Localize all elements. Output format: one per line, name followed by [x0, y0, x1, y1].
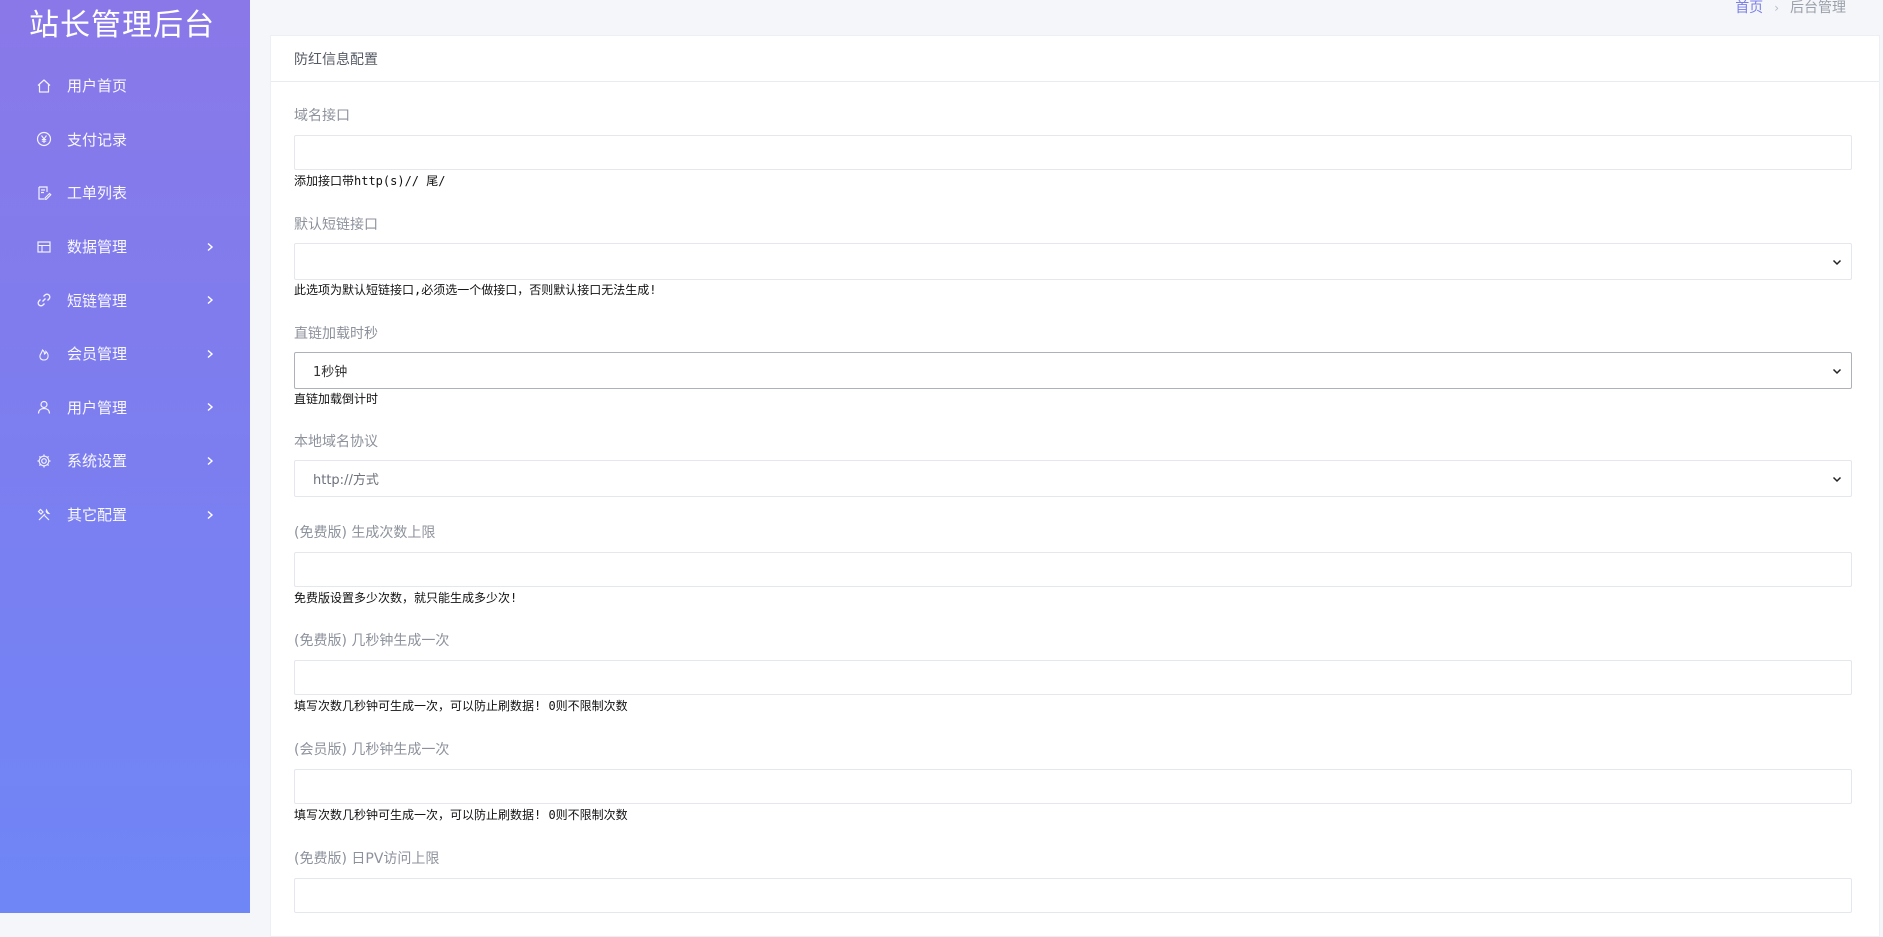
- card-title: 防红信息配置: [294, 51, 378, 68]
- field-label: 本地域名协议: [294, 434, 378, 450]
- sidebar-item-label: 支付记录: [67, 130, 128, 149]
- sidebar: 站长管理后台 用户首页 支付记录 工单列表 数据管理 短链管理 会员管理 用户管…: [0, 0, 250, 913]
- chevron-right-icon: [204, 348, 216, 360]
- sidebar-item-shortlink-management[interactable]: 短链管理: [0, 273, 250, 327]
- field-domain-api: 域名接口 添加接口带http(s)// 尾/: [294, 107, 1854, 188]
- direct-load-seconds-select[interactable]: 1秒钟: [294, 352, 1852, 389]
- user-icon: [35, 398, 53, 416]
- chevron-right-icon: [204, 455, 216, 467]
- card-header: 防红信息配置: [271, 36, 1879, 82]
- sidebar-item-payment-records[interactable]: 支付记录: [0, 113, 250, 167]
- field-help: 填写次数几秒钟可生成一次，可以防止刷数据! 0则不限制次数: [294, 699, 628, 713]
- field-direct-load-seconds: 直链加载时秒 1秒钟 直链加载倒计时: [294, 325, 1854, 406]
- gear-icon: [35, 452, 53, 470]
- field-free-generate-interval: (免费版) 几秒钟生成一次 填写次数几秒钟可生成一次，可以防止刷数据! 0则不限…: [294, 632, 1854, 713]
- field-label: 默认短链接口: [294, 217, 378, 233]
- chevron-right-icon: [204, 241, 216, 253]
- field-label: 域名接口: [294, 108, 350, 124]
- sidebar-menu: 用户首页 支付记录 工单列表 数据管理 短链管理 会员管理 用户管理 系统设置 …: [0, 59, 250, 541]
- free-daily-pv-limit-input[interactable]: [294, 878, 1852, 913]
- breadcrumb: 首页 › 后台管理: [1735, 0, 1846, 16]
- sidebar-item-system-settings[interactable]: 系统设置: [0, 434, 250, 488]
- select-value: 1秒钟: [313, 365, 348, 380]
- default-shortlink-select[interactable]: [294, 243, 1852, 280]
- member-generate-interval-input[interactable]: [294, 769, 1852, 804]
- config-card: 防红信息配置 域名接口 添加接口带http(s)// 尾/ 默认短链接口 此选项…: [270, 35, 1880, 937]
- sidebar-item-label: 用户管理: [67, 398, 128, 417]
- select-value: http://方式: [313, 473, 379, 488]
- local-domain-protocol-select[interactable]: http://方式: [294, 460, 1852, 497]
- field-member-generate-interval: (会员版) 几秒钟生成一次 填写次数几秒钟可生成一次，可以防止刷数据! 0则不限…: [294, 741, 1854, 822]
- field-help: 添加接口带http(s)// 尾/: [294, 174, 446, 188]
- free-generate-limit-input[interactable]: [294, 552, 1852, 587]
- sidebar-item-member-management[interactable]: 会员管理: [0, 327, 250, 381]
- chevron-down-icon: [1831, 256, 1843, 268]
- free-generate-interval-input[interactable]: [294, 660, 1852, 695]
- sidebar-item-label: 会员管理: [67, 345, 128, 364]
- sidebar-item-ticket-list[interactable]: 工单列表: [0, 166, 250, 220]
- ticket-edit-icon: [35, 184, 53, 202]
- sidebar-item-label: 短链管理: [67, 291, 128, 310]
- field-help: 此选项为默认短链接口,必须选一个做接口，否则默认接口无法生成!: [294, 283, 657, 297]
- sidebar-item-user-home[interactable]: 用户首页: [0, 59, 250, 113]
- domain-api-input[interactable]: [294, 135, 1852, 170]
- field-label: (免费版) 几秒钟生成一次: [294, 633, 450, 649]
- chevron-down-icon: [1831, 473, 1843, 485]
- breadcrumb-home-link[interactable]: 首页: [1735, 0, 1763, 16]
- field-help: 填写次数几秒钟可生成一次，可以防止刷数据! 0则不限制次数: [294, 808, 628, 822]
- breadcrumb-current: 后台管理: [1790, 0, 1846, 16]
- chevron-down-icon: [1831, 365, 1843, 377]
- field-default-shortlink-api: 默认短链接口 此选项为默认短链接口,必须选一个做接口，否则默认接口无法生成!: [294, 216, 1854, 297]
- field-local-domain-protocol: 本地域名协议 http://方式: [294, 433, 1854, 497]
- sidebar-item-label: 其它配置: [67, 506, 128, 525]
- field-free-daily-pv-limit: (免费版) 日PV访问上限: [294, 850, 1854, 913]
- sidebar-item-label: 工单列表: [67, 184, 128, 203]
- sidebar-item-label: 用户首页: [67, 77, 128, 96]
- home-icon: [35, 77, 53, 95]
- field-label: (会员版) 几秒钟生成一次: [294, 742, 450, 758]
- chevron-right-icon: [204, 509, 216, 521]
- breadcrumb-separator: ›: [1774, 1, 1779, 15]
- topbar: 首页 › 后台管理: [250, 0, 1883, 34]
- chevron-right-icon: [204, 401, 216, 413]
- fire-icon: [35, 345, 53, 363]
- chevron-right-icon: [204, 294, 216, 306]
- tools-icon: [35, 506, 53, 524]
- yen-icon: [35, 130, 53, 148]
- sidebar-item-user-management[interactable]: 用户管理: [0, 381, 250, 435]
- sidebar-item-label: 系统设置: [67, 452, 128, 471]
- sidebar-item-data-management[interactable]: 数据管理: [0, 220, 250, 274]
- app-title: 站长管理后台: [29, 8, 215, 43]
- sidebar-item-other-config[interactable]: 其它配置: [0, 488, 250, 542]
- table-icon: [35, 238, 53, 256]
- field-label: (免费版) 日PV访问上限: [294, 851, 440, 867]
- sidebar-item-label: 数据管理: [67, 238, 128, 257]
- field-label: 直链加载时秒: [294, 326, 378, 342]
- field-label: (免费版) 生成次数上限: [294, 525, 436, 541]
- field-free-generate-limit: (免费版) 生成次数上限 免费版设置多少次数，就只能生成多少次!: [294, 524, 1854, 605]
- field-help: 直链加载倒计时: [294, 392, 379, 406]
- link-icon: [35, 291, 53, 309]
- field-help: 免费版设置多少次数，就只能生成多少次!: [294, 591, 518, 605]
